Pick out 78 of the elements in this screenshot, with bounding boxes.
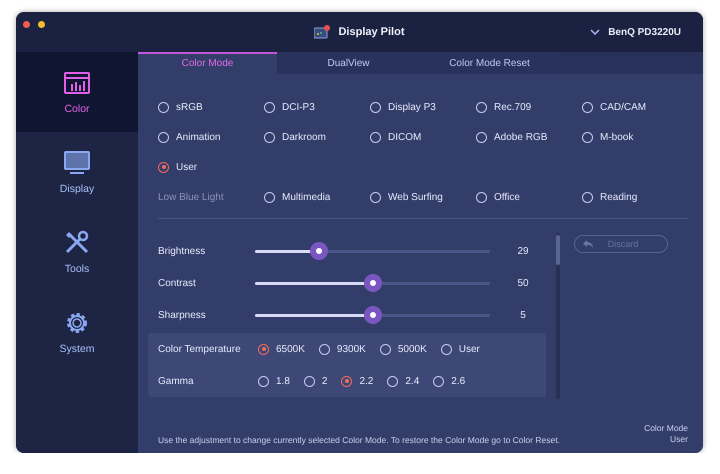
radio-option[interactable]: Display P3 xyxy=(370,102,476,112)
radio-option[interactable]: Animation xyxy=(158,132,264,142)
status-value: User xyxy=(670,434,688,445)
radio-button[interactable] xyxy=(370,192,381,202)
status-label: Color Mode xyxy=(644,423,688,434)
radio-button[interactable] xyxy=(341,376,352,386)
radio-option[interactable]: DCI-P3 xyxy=(264,102,370,112)
device-selector[interactable]: BenQ PD3220U xyxy=(590,26,681,38)
radio-option[interactable]: 9300K xyxy=(318,344,366,354)
radio-option[interactable]: Multimedia xyxy=(264,192,370,202)
radio-option[interactable]: 5000K xyxy=(380,344,427,354)
undo-arrow-icon xyxy=(583,240,593,248)
slider-label: Contrast xyxy=(158,278,197,288)
radio-button[interactable] xyxy=(387,376,398,386)
radio-button[interactable] xyxy=(318,344,330,354)
radio-button[interactable] xyxy=(264,192,275,202)
chevron-down-icon xyxy=(590,29,600,35)
radio-option[interactable]: User xyxy=(440,344,480,354)
radio-button[interactable] xyxy=(440,344,452,354)
radio-button[interactable] xyxy=(476,132,487,142)
slider-thumb[interactable] xyxy=(364,274,382,292)
radio-option[interactable]: 2.4 xyxy=(387,376,420,386)
radio-option[interactable]: Reading xyxy=(582,192,688,202)
sidebar-item[interactable]: Color xyxy=(16,52,138,132)
slider-label: Brightness xyxy=(158,246,206,256)
radio-button[interactable] xyxy=(476,192,487,202)
radio-button[interactable] xyxy=(304,376,315,386)
radio-option[interactable]: 6500K xyxy=(258,344,305,354)
tools-icon xyxy=(63,230,91,256)
section-label: Low Blue Light xyxy=(158,192,225,202)
radio-option[interactable]: Rec.709 xyxy=(476,102,582,112)
radio-button[interactable] xyxy=(582,132,593,142)
radio-option[interactable]: 2.2 xyxy=(341,376,374,386)
radio-button[interactable] xyxy=(158,162,169,172)
radio-option[interactable]: 2.6 xyxy=(433,376,466,386)
tab[interactable]: Color Mode xyxy=(138,52,277,74)
radio-button[interactable] xyxy=(582,192,593,202)
slider-thumb[interactable] xyxy=(364,306,382,324)
radio-option[interactable]: CAD/CAM xyxy=(582,102,688,112)
radio-button[interactable] xyxy=(380,344,391,354)
radio-button[interactable] xyxy=(258,376,269,386)
slider-value: 5 xyxy=(519,310,527,320)
minimize-button[interactable] xyxy=(38,21,45,28)
sidebar-item[interactable]: Tools xyxy=(16,212,138,292)
radio-option[interactable]: sRGB xyxy=(158,102,264,112)
slider-label: Sharpness xyxy=(158,310,207,320)
sidebar-item[interactable]: Display xyxy=(16,132,138,212)
radio-button[interactable] xyxy=(370,132,381,142)
radio-button[interactable] xyxy=(158,132,169,142)
radio-option[interactable]: 2 xyxy=(304,376,328,386)
close-button[interactable] xyxy=(23,21,30,28)
radio-button[interactable] xyxy=(433,376,444,386)
radio-button[interactable] xyxy=(264,102,275,112)
slider-value: 29 xyxy=(516,246,530,256)
window-title: Display Pilot xyxy=(338,26,405,38)
display-icon xyxy=(63,150,91,176)
radio-option[interactable]: Office xyxy=(476,192,582,202)
radio-button[interactable] xyxy=(158,102,169,112)
setting-label: Gamma xyxy=(158,376,195,386)
radio-option[interactable]: 1.8 xyxy=(258,376,290,386)
radio-button[interactable] xyxy=(582,102,593,112)
setting-label: Color Temperature xyxy=(158,344,242,354)
sidebar-item[interactable]: System xyxy=(16,292,138,372)
radio-button[interactable] xyxy=(370,102,381,112)
radio-button[interactable] xyxy=(476,102,487,112)
radio-option[interactable]: DICOM xyxy=(370,132,476,142)
slider-value: 50 xyxy=(516,278,530,288)
radio-option[interactable]: Adobe RGB xyxy=(476,132,582,142)
slider-thumb[interactable] xyxy=(310,242,328,260)
app-icon xyxy=(314,25,330,39)
radio-option[interactable]: User xyxy=(158,162,264,172)
radio-option[interactable]: Web Surfing xyxy=(370,192,476,202)
color-icon xyxy=(63,70,91,96)
radio-button[interactable] xyxy=(258,344,269,354)
hint-text: Use the adjustment to change currently selected Color Mode. To restore the Color Mode go to Color Reset. xyxy=(158,435,560,445)
radio-option[interactable]: M-book xyxy=(582,132,688,142)
radio-button[interactable] xyxy=(264,132,275,142)
radio-option[interactable]: Darkroom xyxy=(264,132,370,142)
